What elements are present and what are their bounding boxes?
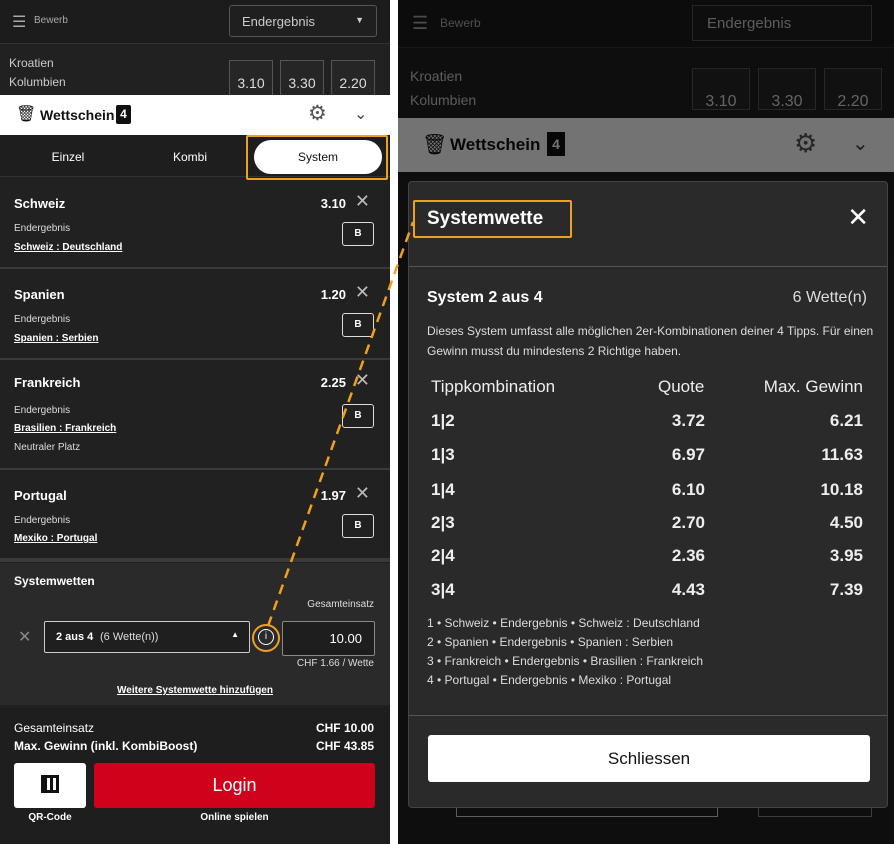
leg-match-link[interactable]: Mexiko : Portugal [14, 533, 97, 544]
caret-up-icon: ▲ [231, 630, 239, 639]
odds-button-draw[interactable]: 3.30 [280, 60, 324, 96]
close-icon[interactable]: ✕ [355, 370, 370, 391]
total-stake-label: Gesamteinsatz [14, 721, 95, 735]
leg-match-link[interactable]: Spanien : Serbien [14, 333, 98, 344]
table-header: Tippkombination Quote Max. Gewinn [431, 377, 863, 396]
modal-title: Systemwette [427, 208, 544, 229]
close-icon[interactable]: ✕ [355, 483, 370, 504]
filter-icon[interactable]: ☰ [12, 12, 26, 32]
bets-count: 6 Wette(n) [792, 289, 867, 306]
event-row: Kroatien Kolumbien 3.10 3.30 2.20 [0, 46, 390, 96]
leg-odds: 1.20 [320, 287, 346, 302]
legend-item: 1 • Schweiz • Endergebnis • Schweiz : De… [427, 616, 700, 630]
close-icon[interactable]: ✕ [355, 191, 370, 212]
betslip-title: Wettschein [40, 107, 115, 123]
leg-odds: 1.97 [320, 488, 346, 503]
leg-market: Endergebnis [14, 405, 71, 416]
leg-team: Schweiz [14, 196, 66, 211]
per-bet-label: CHF 1.66 / Wette [296, 658, 374, 669]
max-win-label: Max. Gewinn (inkl. KombiBoost) [14, 739, 198, 753]
close-button[interactable]: Schliessen [428, 735, 870, 782]
leg-odds: 3.10 [320, 196, 346, 211]
filter-label: Bewerb [34, 15, 68, 26]
leg-extra: Neutraler Platz [14, 442, 81, 453]
tab-kombi[interactable]: Kombi [130, 140, 250, 174]
banker-button[interactable]: B [342, 222, 374, 246]
home-team: Kroatien [9, 56, 54, 70]
gear-icon[interactable]: ⚙ [308, 101, 327, 126]
trash-icon[interactable]: 🗑 [16, 104, 36, 124]
leg-team: Spanien [14, 287, 65, 302]
legend-item: 4 • Portugal • Endergebnis • Mexiko : Po… [427, 673, 672, 687]
legend-item: 2 • Spanien • Endergebnis • Spanien : Se… [427, 635, 674, 649]
qr-code-icon [41, 775, 59, 793]
system-name: System 2 aus 4 [427, 289, 543, 306]
odds-button-home[interactable]: 3.10 [229, 60, 273, 96]
table-row: 3|4 4.43 7.39 [431, 580, 863, 599]
table-row: 2|3 2.70 4.50 [431, 513, 863, 532]
betslip-count-badge: 4 [116, 105, 131, 124]
qr-code-label: QR-Code [28, 812, 72, 823]
table-row: 2|4 2.36 3.95 [431, 546, 863, 565]
max-win-value: CHF 43.85 [315, 739, 374, 753]
login-button[interactable]: Login [94, 763, 375, 808]
tab-einzel[interactable]: Einzel [8, 140, 128, 174]
banker-button[interactable]: B [342, 404, 374, 428]
banker-button[interactable]: B [342, 514, 374, 538]
system-description: Dieses System umfasst alle möglichen 2er… [427, 324, 874, 358]
bet-type-tabs: Einzel Kombi System [0, 135, 390, 180]
leg-market: Endergebnis [14, 515, 71, 526]
bet-leg: Frankreich 2.25 ✕ Endergebnis Brasilien … [0, 360, 390, 470]
divider [409, 266, 887, 267]
add-system-link[interactable]: Weitere Systemwette hinzufügen [0, 685, 390, 696]
leg-team: Portugal [14, 488, 67, 503]
betslip-panel: ☰ Bewerb Endergebnis ▼ Kroatien Kolumbie… [0, 0, 390, 844]
table-row: 1|3 6.97 11.63 [431, 445, 863, 464]
system-select[interactable]: 2 aus 4 (6 Wette(n)) ▲ [44, 621, 250, 653]
divider [409, 715, 887, 716]
qr-code-button[interactable] [14, 763, 86, 808]
away-team: Kolumbien [9, 75, 66, 89]
filter-bar: ☰ Bewerb Endergebnis ▼ [0, 0, 390, 44]
banker-button[interactable]: B [342, 313, 374, 337]
betslip-header[interactable]: 🗑 Wettschein 4 ⚙ ⌄ [0, 95, 390, 135]
table-row: 1|2 3.72 6.21 [431, 411, 863, 430]
chevron-down-icon: ▼ [355, 15, 364, 25]
stake-input[interactable]: 10.00 [282, 621, 375, 656]
leg-market: Endergebnis [14, 314, 71, 325]
market-select[interactable]: Endergebnis ▼ [229, 5, 377, 37]
odds-button-away[interactable]: 2.20 [331, 60, 375, 96]
leg-match-link[interactable]: Brasilien : Frankreich [14, 423, 116, 434]
chevron-down-icon[interactable]: ⌄ [354, 104, 367, 124]
close-icon[interactable]: ✕ [847, 202, 869, 233]
leg-odds: 2.25 [320, 375, 346, 390]
summary-section: Gesamteinsatz CHF 10.00 Max. Gewinn (ink… [0, 707, 390, 844]
remove-icon[interactable]: ✕ [18, 627, 31, 647]
leg-match-link[interactable]: Schweiz : Deutschland [14, 242, 122, 253]
system-section: Systemwetten Gesamteinsatz ✕ 2 aus 4 (6 … [0, 563, 390, 705]
bet-leg: Spanien 1.20 ✕ Endergebnis Spanien : Ser… [0, 269, 390, 360]
leg-team: Frankreich [14, 375, 81, 390]
stake-label: Gesamteinsatz [307, 599, 374, 610]
total-stake-value: CHF 10.00 [315, 721, 374, 735]
table-row: 1|4 6.10 10.18 [431, 480, 863, 499]
leg-market: Endergebnis [14, 223, 71, 234]
bet-leg: Schweiz 3.10 ✕ Endergebnis Schweiz : Deu… [0, 178, 390, 269]
system-info-modal: Systemwette ✕ System 2 aus 4 6 Wette(n) … [408, 181, 888, 808]
info-icon[interactable]: i [258, 629, 274, 645]
tab-system[interactable]: System [254, 140, 382, 174]
online-label: Online spielen [200, 812, 269, 823]
modal-view-panel: ☰ Bewerb Endergebnis Kroatien Kolumbien … [398, 0, 894, 844]
system-title: Systemwetten [14, 574, 95, 588]
legend-item: 3 • Frankreich • Endergebnis • Brasilien… [427, 654, 704, 668]
bet-leg: Portugal 1.97 ✕ Endergebnis Mexiko : Por… [0, 470, 390, 562]
close-icon[interactable]: ✕ [355, 282, 370, 303]
